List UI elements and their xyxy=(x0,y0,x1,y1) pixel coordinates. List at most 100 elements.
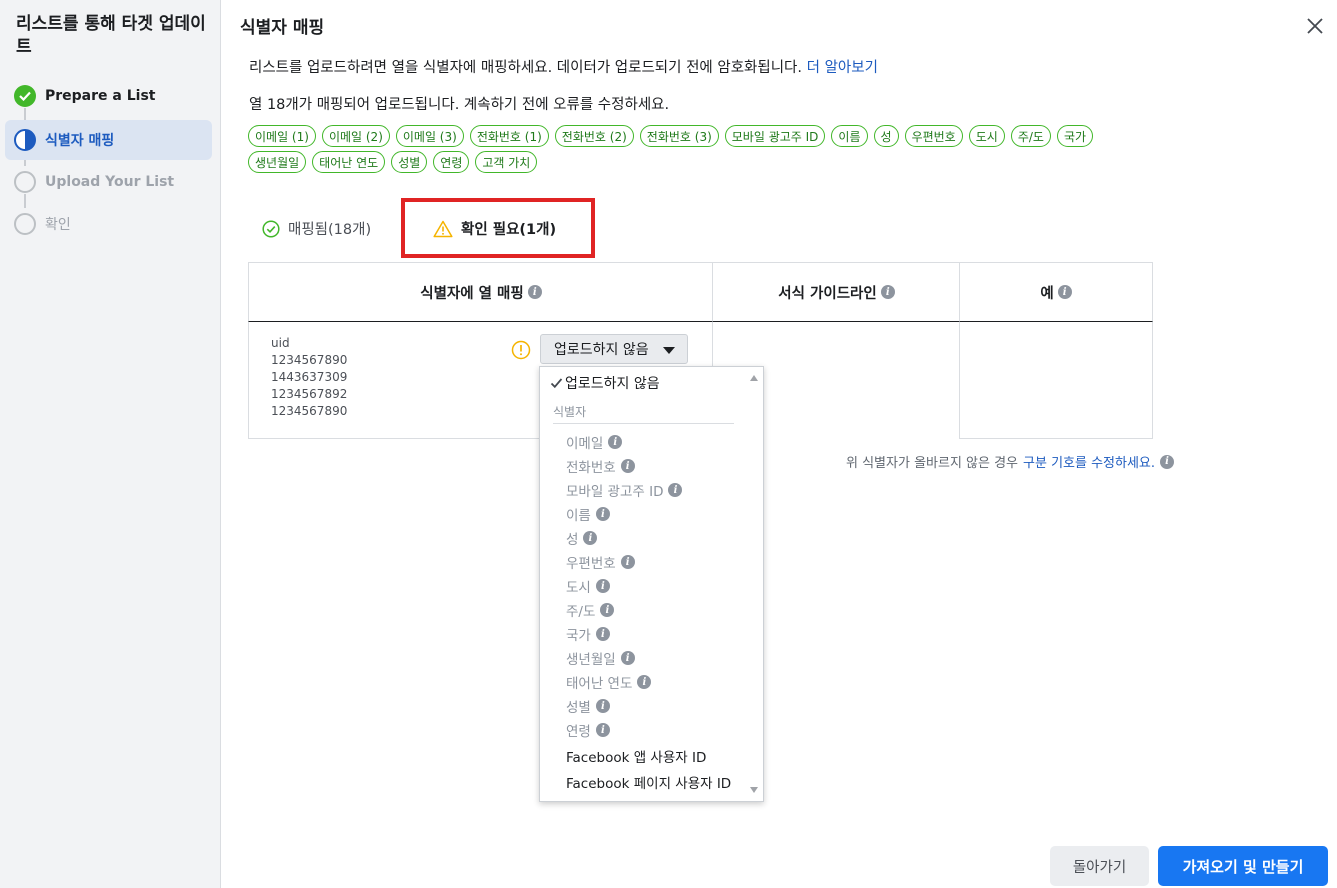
info-icon[interactable]: i xyxy=(1160,454,1175,469)
option-label: 우편번호 xyxy=(566,556,616,572)
info-icon[interactable]: i xyxy=(595,627,610,641)
info-icon[interactable]: i xyxy=(595,507,610,521)
info-icon[interactable]: i xyxy=(527,285,542,299)
step-label: 확인 xyxy=(45,217,71,233)
info-icon[interactable]: i xyxy=(1057,285,1072,299)
scrollbar[interactable] xyxy=(747,367,763,801)
sample-value: 1234567890 xyxy=(271,404,348,418)
info-icon[interactable]: i xyxy=(595,579,610,593)
info-icon[interactable]: i xyxy=(608,435,623,449)
info-icon[interactable]: i xyxy=(583,531,598,545)
sidebar: 리스트를 통해 타겟 업데이트 Prepare a List 식별자 매핑 Up… xyxy=(0,0,221,888)
back-button[interactable]: 돌아가기 xyxy=(1050,846,1149,886)
mapped-tag: 전화번호 (2) xyxy=(554,125,634,147)
import-create-button[interactable]: 가져오기 및 만들기 xyxy=(1158,846,1328,886)
tab-mapped[interactable]: 매핑됨(18개) xyxy=(262,218,371,239)
example-cell xyxy=(959,322,1153,439)
mapped-tag: 도시 xyxy=(968,125,1005,147)
step-map-identifiers[interactable]: 식별자 매핑 xyxy=(5,120,212,160)
caret-down-icon xyxy=(663,347,675,354)
dropdown-option[interactable]: 전화번호 i xyxy=(540,454,748,478)
mapped-tag: 이름 xyxy=(831,125,868,147)
header-label: 예 xyxy=(1040,285,1054,302)
warning-circle-icon xyxy=(511,340,531,360)
dropdown-option[interactable]: 생년월일 i xyxy=(540,646,748,670)
option-label: 도시 xyxy=(566,580,591,596)
info-icon[interactable]: i xyxy=(880,285,895,299)
info-icon[interactable]: i xyxy=(620,459,635,473)
identifier-select[interactable]: 업로드하지 않음 xyxy=(540,334,688,364)
learn-more-link[interactable]: 더 알아보기 xyxy=(807,60,878,76)
info-icon[interactable]: i xyxy=(595,699,610,713)
dropdown-section-header: 식별자 xyxy=(553,403,734,424)
step-label: Upload Your List xyxy=(45,174,175,190)
option-label: 이메일 xyxy=(566,436,604,452)
info-icon[interactable]: i xyxy=(668,483,683,497)
mapped-tag: 전화번호 (3) xyxy=(639,125,719,147)
option-label: 국가 xyxy=(566,628,591,644)
dropdown-option[interactable]: Facebook 앱 사용자 ID xyxy=(540,744,748,768)
info-icon[interactable]: i xyxy=(620,651,635,665)
mapped-tag: 전화번호 (1) xyxy=(469,125,549,147)
scroll-up-arrow-icon[interactable] xyxy=(750,375,758,381)
mapped-tag: 고객 가치 xyxy=(475,151,538,173)
option-label: 태어난 연도 xyxy=(566,676,633,692)
delimiter-note: 위 식별자가 올바르지 않은 경우 구분 기호를 수정하세요. i xyxy=(846,452,1175,471)
step-label: 식별자 매핑 xyxy=(45,133,115,149)
info-icon[interactable]: i xyxy=(595,723,610,737)
mapped-tag: 이메일 (2) xyxy=(321,125,390,147)
mapped-tag: 우편번호 xyxy=(904,125,963,147)
dropdown-option[interactable]: 도시 i xyxy=(540,574,748,598)
step-prepare-list[interactable]: Prepare a List xyxy=(5,76,212,116)
dropdown-option[interactable]: 성별 i xyxy=(540,694,748,718)
step-confirm: 확인 xyxy=(5,204,212,244)
column-samples: uid 1234567890 1443637309 1234567892 123… xyxy=(271,335,347,420)
option-label: 전화번호 xyxy=(566,460,616,476)
option-label: 연령 xyxy=(566,724,591,740)
info-icon[interactable]: i xyxy=(637,675,652,689)
column-header-map: 식별자에 열 매핑 i xyxy=(248,262,713,322)
column-name: uid xyxy=(271,336,290,350)
status-text: 열 18개가 매핑되어 업로드됩니다. 계속하기 전에 오류를 수정하세요. xyxy=(249,97,670,113)
dropdown-option[interactable]: 모바일 광고주 ID i xyxy=(540,478,748,502)
dropdown-option[interactable]: 연령 i xyxy=(540,718,748,742)
select-value: 업로드하지 않음 xyxy=(554,342,649,358)
edit-delimiter-link[interactable]: 구분 기호를 수정하세요. xyxy=(1023,452,1155,471)
dropdown-option[interactable]: 태어난 연도 i xyxy=(540,670,748,694)
mapped-tag: 성별 xyxy=(391,151,428,173)
empty-circle-icon xyxy=(14,171,36,193)
dropdown-option[interactable]: 성i xyxy=(540,526,748,550)
option-label: 성 xyxy=(566,532,579,548)
sample-value: 1234567890 xyxy=(271,353,348,367)
mapped-tag: 생년월일 xyxy=(248,151,307,173)
info-icon[interactable]: i xyxy=(620,555,635,569)
mapped-tag: 주/도 xyxy=(1010,125,1051,147)
dropdown-option[interactable]: 주/도 i xyxy=(540,598,748,622)
option-label: 성별 xyxy=(566,700,591,716)
dropdown-option-selected[interactable]: 업로드하지 않음 xyxy=(550,373,660,393)
step-upload-list: Upload Your List xyxy=(5,162,212,202)
dropdown-option[interactable]: Facebook 페이지 사용자 ID xyxy=(540,770,748,794)
dropdown-option[interactable]: 이름 i xyxy=(540,502,748,526)
mapped-tag: 국가 xyxy=(1056,125,1094,147)
scroll-down-arrow-icon[interactable] xyxy=(750,787,758,793)
info-icon[interactable]: i xyxy=(600,603,615,617)
dropdown-option[interactable]: 우편번호 i xyxy=(540,550,748,574)
half-circle-icon xyxy=(14,129,36,151)
sample-value: 1443637309 xyxy=(271,370,348,384)
mapped-tag: 연령 xyxy=(433,151,470,173)
mapped-tag: 모바일 광고주 ID xyxy=(724,125,826,147)
mapped-tag: 이메일 (1) xyxy=(248,125,316,147)
dropdown-option[interactable]: 이메일 i xyxy=(540,430,748,454)
dropdown-option[interactable]: 국가 i xyxy=(540,622,748,646)
header-label: 서식 가이드라인 xyxy=(778,285,877,302)
option-label: 이름 xyxy=(566,508,591,524)
page-title: 식별자 매핑 xyxy=(240,18,325,38)
option-label: Facebook 앱 사용자 ID xyxy=(566,750,707,766)
identifier-dropdown-menu[interactable]: 업로드하지 않음 식별자 이메일 i 전화번호 i 모바일 광고주 ID i 이름 i 성 i 우편… xyxy=(539,366,764,802)
close-icon[interactable] xyxy=(1303,14,1327,38)
note-text: 위 식별자가 올바르지 않은 경우 xyxy=(846,456,1019,471)
mapped-tag: 이메일 (3) xyxy=(395,125,464,147)
sample-value: 1234567892 xyxy=(271,387,348,401)
tab-needs-review[interactable]: 확인 필요(1개) xyxy=(433,218,556,239)
